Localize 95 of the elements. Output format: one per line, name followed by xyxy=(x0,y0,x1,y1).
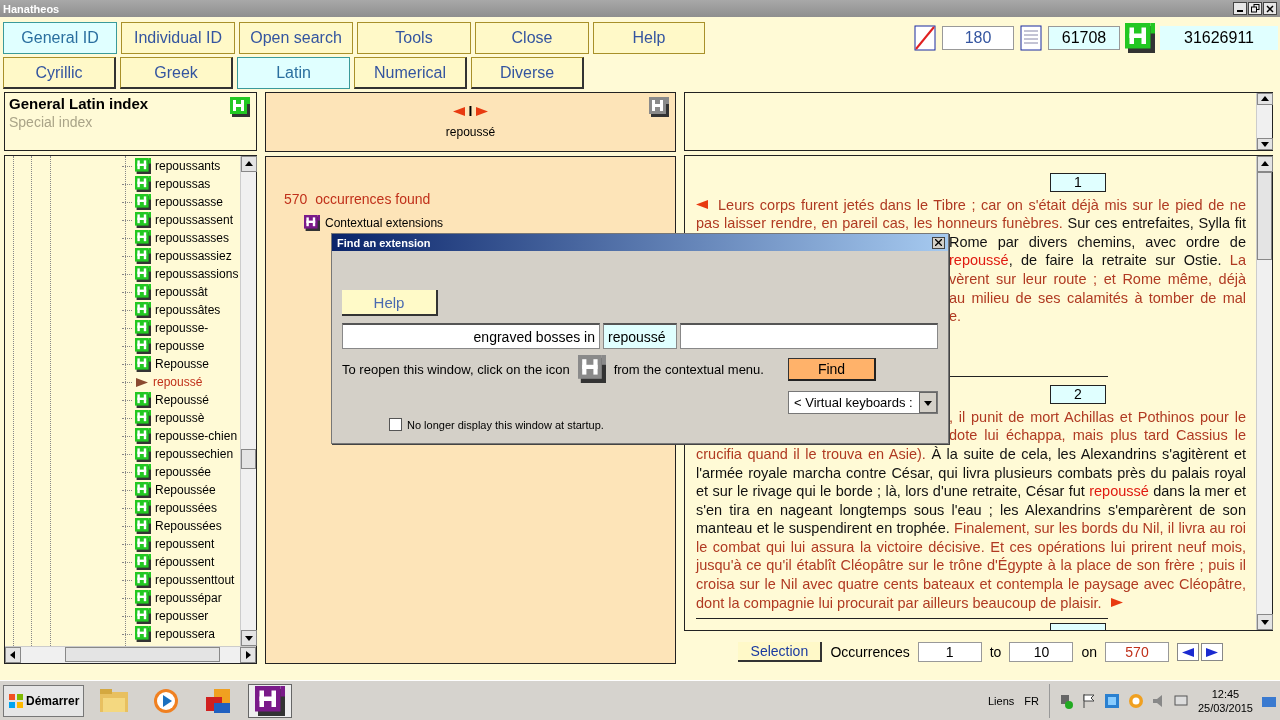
passage-text: vèrent sur leur route ; et Rome même, déjà xyxy=(949,270,1246,287)
current-word: repoussé xyxy=(445,125,496,139)
alphabet-tab[interactable]: Latin xyxy=(237,57,350,89)
total-field: 570 xyxy=(1105,642,1169,663)
help-button[interactable]: Help xyxy=(342,290,438,316)
start-button[interactable]: Démarrer xyxy=(3,684,85,717)
passage-text: le combat qui lui assura la victoire décisive. Et ces opérations lui prirent neuf mois, xyxy=(696,538,1246,555)
passage-text: s'en tira en nageant longtemps sous l'eau ; les Alexandrins s'emparèrent de son xyxy=(696,501,1246,518)
passage-text: dote lui échappa, mais plus tard Cassius le xyxy=(949,427,1246,444)
passage-text: La xyxy=(1229,252,1246,269)
to-label: to xyxy=(989,644,1002,661)
index-item[interactable]: repousser xyxy=(155,609,209,623)
passage-text: repoussé xyxy=(949,252,1009,269)
index-item[interactable]: Repousse xyxy=(155,357,210,371)
passage-text: au milieu de ses calamités à tomber de mal xyxy=(949,289,1246,306)
passage-text: et sur le rivage qui le borde ; là, lors d'une retraite, César fut xyxy=(696,483,1086,500)
links-label[interactable]: Liens xyxy=(987,694,1015,707)
on-label: on xyxy=(1081,644,1097,661)
index-title: General Latin index xyxy=(9,95,149,112)
index-item[interactable]: répoussent xyxy=(155,555,215,569)
window-title: Hanatheos xyxy=(3,2,60,15)
from-field[interactable]: 1 xyxy=(917,642,982,663)
clock-date: 25/03/2015 xyxy=(1197,701,1253,714)
occurrences-label: Occurrences xyxy=(830,644,910,661)
passage-text: l'armée royale marcha contre César, qui livra plusieurs combats près du palais royal xyxy=(696,464,1246,481)
clock-time: 12:45 xyxy=(1211,687,1240,700)
find-button[interactable]: Find xyxy=(788,357,876,381)
index-item[interactable]: repoussants xyxy=(155,159,221,173)
passage-number: 1 xyxy=(1050,172,1106,192)
reopen-hint: To reopen this window, click on the icon xyxy=(342,361,570,377)
alphabet-tab[interactable]: Greek xyxy=(120,57,233,89)
dialog-title: Find an extension xyxy=(337,236,431,249)
index-item[interactable]: repoussent xyxy=(155,537,215,551)
index-item[interactable]: repoussâtes xyxy=(155,303,221,317)
passage-text: Finalement, sur les bords du Nil, il livra au roi xyxy=(954,520,1246,537)
index-item[interactable]: repoussées xyxy=(155,501,218,515)
passage-text: e. xyxy=(949,308,962,325)
language-indicator[interactable]: FR xyxy=(1024,694,1039,707)
word-field[interactable]: repoussé xyxy=(603,323,677,349)
to-field[interactable]: 10 xyxy=(1009,642,1074,663)
preceding-text-field[interactable]: engraved bosses in xyxy=(342,323,600,349)
passage-text: croisa sur le Nil avec quatre cents bateaux et contempla le paysage avec Cléopâtre, xyxy=(696,576,1246,593)
index-item[interactable]: repoussè xyxy=(155,411,205,425)
nav-button[interactable]: Individual ID xyxy=(121,22,235,54)
index-item[interactable]: repoussépar xyxy=(155,591,222,605)
passage-text: À la suite de cela, les Alexandrins s'agitèrent et xyxy=(930,445,1246,462)
nav-button[interactable]: Open search xyxy=(239,22,353,54)
passage-number: 2 xyxy=(1050,384,1106,404)
nav-button[interactable]: Close xyxy=(475,22,589,54)
passage-text: crucifia quand il le trouva en Asie). xyxy=(696,445,926,462)
startup-label: No longer display this window at startup. xyxy=(407,418,604,431)
contextual-extensions-link[interactable]: Contextual extensions xyxy=(325,216,444,230)
virtual-keyboards-select[interactable]: < Virtual keyboards : xyxy=(788,391,938,414)
passage-text: Rome par divers chemins, avec ordre de xyxy=(949,233,1246,250)
passage-text: dont la compagnie lui procurait par ailleurs beaucoup de plaisir. xyxy=(696,594,1102,611)
counter-field: 31626911 xyxy=(1160,26,1278,50)
passage-text: , il punit de mort Achillas et Pothinos pour le xyxy=(949,408,1246,425)
nav-button[interactable]: General ID xyxy=(3,22,117,54)
index-item[interactable]: repousse- xyxy=(155,321,209,335)
alphabet-tab[interactable]: Numerical xyxy=(354,57,467,89)
counter-field: 180 xyxy=(942,26,1014,50)
passage-text: repoussé xyxy=(1089,483,1149,500)
passage-text: , de faire la retraite sur Ostie. xyxy=(1008,252,1223,269)
passage-text: manteau et le suspendirent en trophée. xyxy=(696,520,951,537)
index-item[interactable]: repoussenttout xyxy=(155,573,235,587)
reopen-hint: from the contextual menu. xyxy=(613,361,764,377)
passage-text: Sur ces entrefaites, Sylla fit xyxy=(1066,215,1246,232)
separator-text: I xyxy=(468,103,473,119)
index-item[interactable]: repoussé xyxy=(153,375,203,389)
occurrence-count: 570 occurrences found xyxy=(284,191,432,207)
index-item[interactable]: repoussechien xyxy=(155,447,234,461)
index-item[interactable]: Repoussé xyxy=(155,393,210,407)
index-item[interactable]: repoussassent xyxy=(155,213,234,227)
alphabet-tab[interactable]: Cyrillic xyxy=(3,57,116,89)
index-item[interactable]: repoussassiez xyxy=(155,249,232,263)
index-item[interactable]: repoussasse xyxy=(155,195,224,209)
index-item[interactable]: repoussera xyxy=(155,627,216,641)
index-item[interactable]: repoussée xyxy=(155,465,212,479)
nav-button[interactable]: Help xyxy=(593,22,705,54)
nav-button[interactable]: Tools xyxy=(357,22,471,54)
passage-text: pas laisser rendre, en pareil cas, les honneurs funèbres. xyxy=(696,215,1063,232)
index-item[interactable]: repousse-chien xyxy=(155,429,238,443)
passage-text: dans la mer et xyxy=(1152,483,1246,500)
alphabet-tab[interactable]: Diverse xyxy=(471,57,584,89)
passage-text: Leurs corps furent jetés dans le Tibre ; car on s'était déjà mis sur le pied de ne xyxy=(718,196,1246,213)
index-item[interactable]: repoussas xyxy=(155,177,211,191)
selection-button[interactable]: Selection xyxy=(738,642,823,663)
passage-text: jusqu'à ce qu'il établît Cléopâtre sur le trône d'Égypte à la place de son frère ; puis il xyxy=(696,557,1246,574)
index-item[interactable]: repousse xyxy=(155,339,205,353)
index-item[interactable]: Repoussées xyxy=(155,519,222,533)
counter-field: 61708 xyxy=(1048,26,1120,50)
index-item[interactable]: repoussassions xyxy=(155,267,239,281)
index-item[interactable]: repoussât xyxy=(155,285,208,299)
index-item[interactable]: repoussasses xyxy=(155,231,230,245)
index-item[interactable]: Repoussée xyxy=(155,483,216,497)
